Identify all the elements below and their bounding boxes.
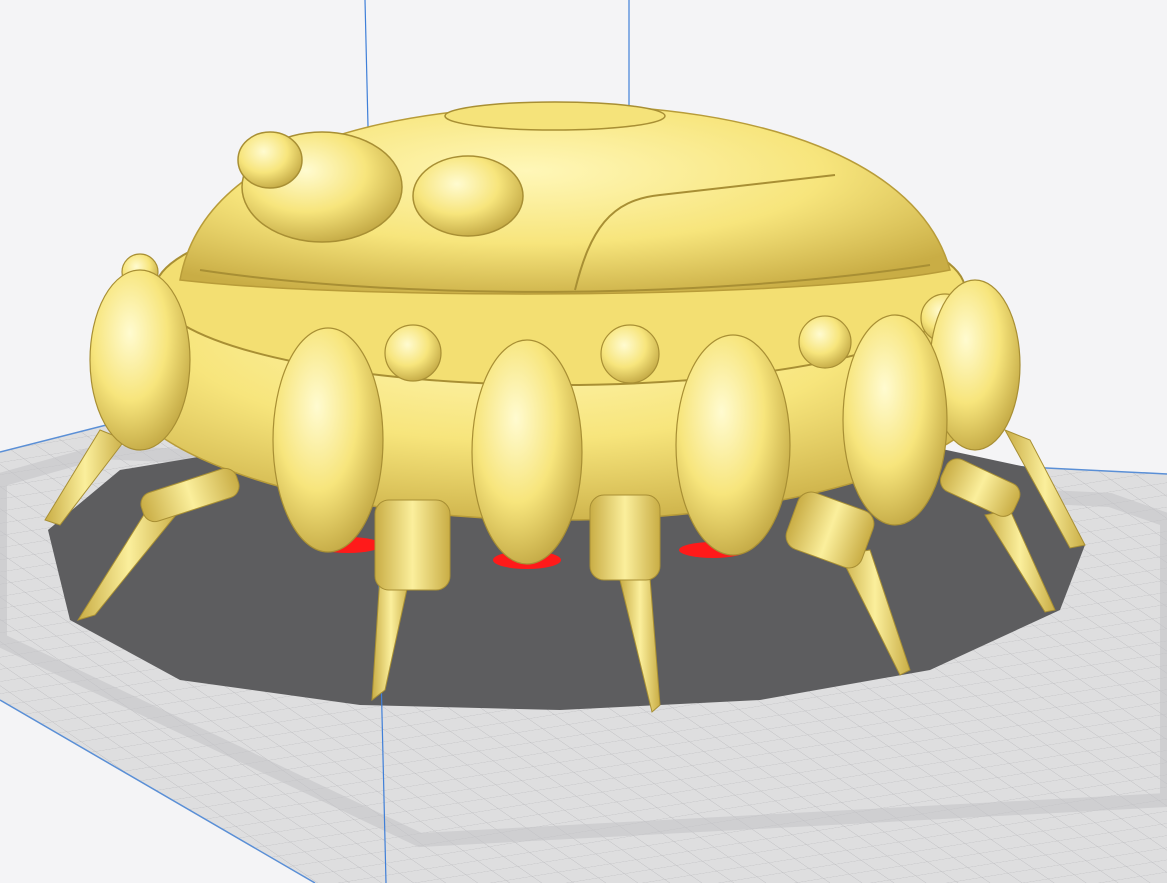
leg-joint-2	[374, 499, 451, 591]
bubble-far-left	[237, 131, 303, 189]
side-pods-front	[272, 327, 791, 565]
scene-canvas[interactable]	[0, 0, 1167, 883]
bubble-top-mid	[412, 155, 524, 237]
pod-front-right	[675, 334, 791, 556]
dome-hatch	[444, 101, 666, 131]
pod-back-left	[89, 269, 191, 451]
leg-joint-3	[589, 494, 661, 581]
pod-front-center	[471, 339, 583, 565]
3d-viewport[interactable]	[0, 0, 1167, 883]
pod-front-left	[272, 327, 384, 553]
pod-right-mid	[842, 314, 948, 526]
